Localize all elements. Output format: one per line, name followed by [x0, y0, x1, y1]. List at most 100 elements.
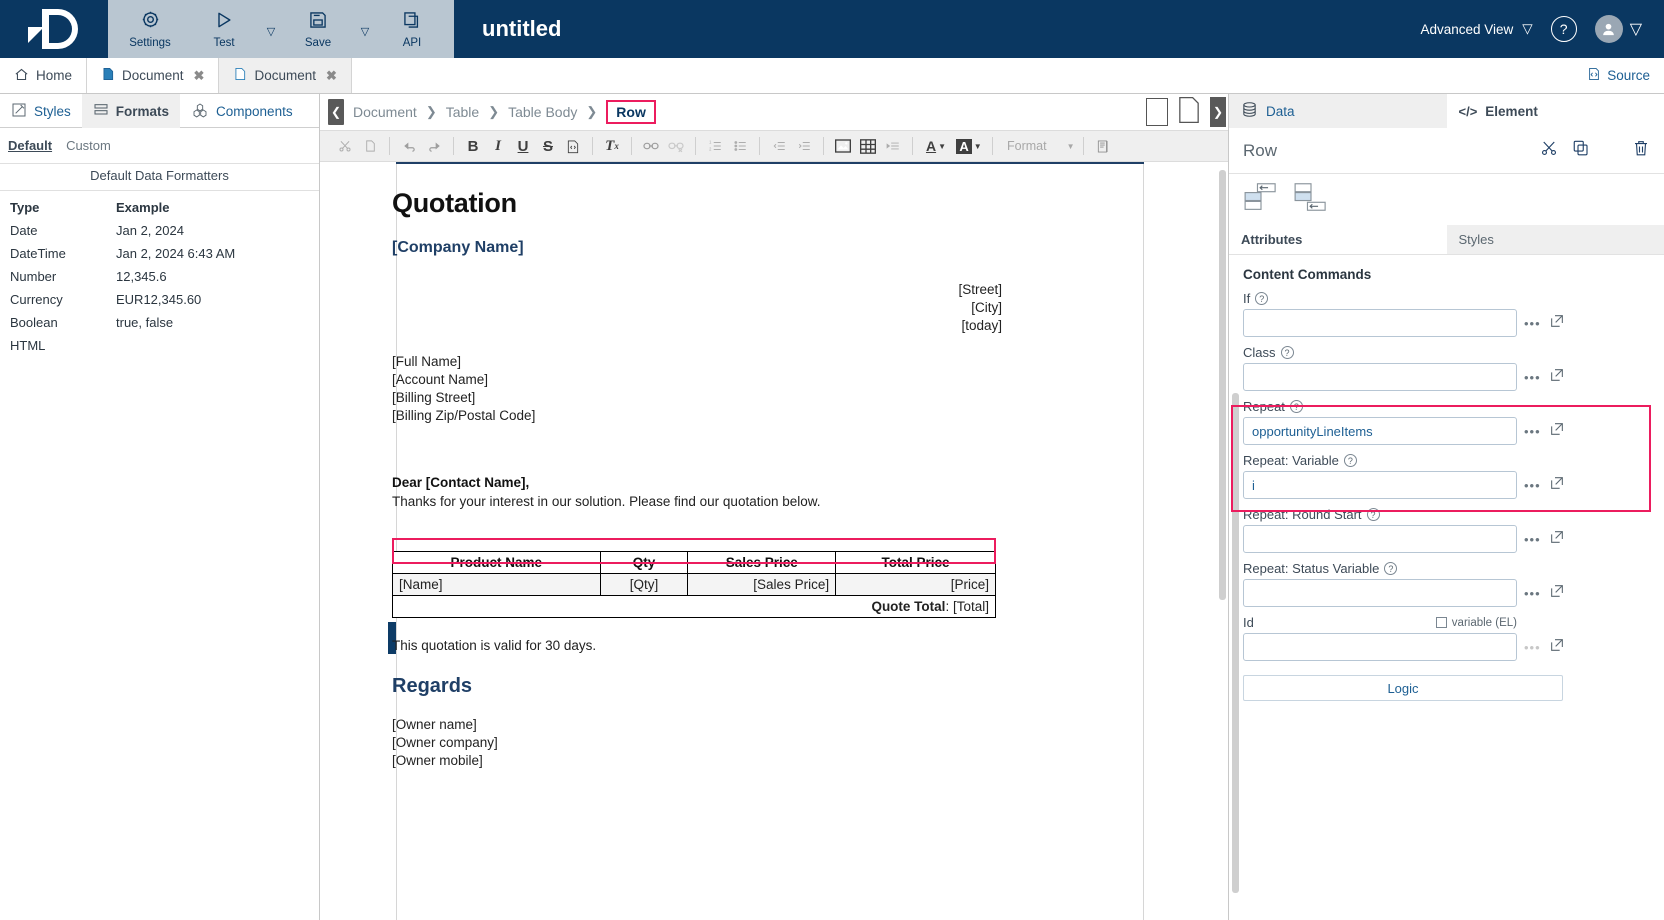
- numbered-list-icon[interactable]: 12: [704, 134, 726, 158]
- strikethrough-icon[interactable]: S: [537, 134, 559, 158]
- collapse-right-icon[interactable]: ❯: [1210, 97, 1226, 127]
- background-color-icon[interactable]: A ▼: [954, 134, 984, 158]
- app-logo[interactable]: [0, 0, 108, 58]
- left-subtab-default[interactable]: Default: [8, 138, 52, 153]
- left-subtab-custom[interactable]: Custom: [66, 138, 111, 153]
- underline-icon[interactable]: U: [512, 134, 534, 158]
- id-input[interactable]: [1243, 633, 1517, 661]
- table-icon[interactable]: [857, 134, 879, 158]
- if-input[interactable]: [1243, 309, 1517, 337]
- reveal-icon[interactable]: [1092, 134, 1114, 158]
- remove-format-icon[interactable]: Tx: [601, 134, 623, 158]
- id-expand-icon[interactable]: [1549, 637, 1565, 658]
- cell-qty[interactable]: [Qty]: [599, 573, 689, 596]
- id-variable-el-toggle[interactable]: variable (EL): [1435, 617, 1517, 629]
- breadcrumb-item-row-active[interactable]: Row: [606, 100, 656, 124]
- tab-document-1-close-icon[interactable]: ✖: [194, 68, 205, 84]
- bold-icon[interactable]: B: [462, 134, 484, 158]
- repeat-variable-more-options-icon[interactable]: •••: [1524, 478, 1542, 493]
- tab-document-1[interactable]: Document ✖: [87, 58, 220, 93]
- repeat-variable-expand-icon[interactable]: [1549, 475, 1565, 496]
- tab-home[interactable]: Home: [0, 58, 88, 93]
- link-icon[interactable]: [640, 134, 662, 158]
- copy-icon[interactable]: [359, 134, 381, 158]
- unlink-icon[interactable]: [665, 134, 687, 158]
- text-color-icon[interactable]: A ▼: [921, 134, 951, 158]
- checkbox-icon[interactable]: [1435, 617, 1447, 628]
- advanced-view-dropdown[interactable]: Advanced View ▽: [1420, 21, 1532, 37]
- redo-icon[interactable]: [423, 134, 445, 158]
- document-canvas[interactable]: Quotation [Company Name] [Street] [City]…: [320, 162, 1228, 920]
- save-button[interactable]: Save: [282, 2, 354, 56]
- insert-before-icon[interactable]: [1243, 182, 1279, 217]
- trash-icon[interactable]: [1632, 139, 1650, 162]
- class-expand-icon[interactable]: [1549, 367, 1565, 388]
- cut-icon[interactable]: [334, 134, 356, 158]
- quotation-table[interactable]: Product Name Qty Sales Price Total Price…: [391, 551, 996, 618]
- if-expand-icon[interactable]: [1549, 313, 1565, 334]
- right-tab-element[interactable]: </> Element: [1446, 94, 1664, 128]
- source-button[interactable]: Source: [1587, 58, 1664, 93]
- save-dropdown-caret-icon[interactable]: ▽: [356, 2, 374, 56]
- breadcrumb-item-document[interactable]: Document: [353, 104, 417, 120]
- right-tab-data[interactable]: Data: [1229, 94, 1447, 128]
- help-icon[interactable]: ?: [1280, 346, 1294, 359]
- copy-icon[interactable]: [1572, 139, 1590, 162]
- indent-icon[interactable]: [793, 134, 815, 158]
- image-icon[interactable]: [832, 134, 854, 158]
- repeat-status-variable-input[interactable]: [1243, 579, 1517, 607]
- cell-total-price[interactable]: [Price]: [835, 573, 996, 596]
- test-button[interactable]: Test: [188, 2, 260, 56]
- italic-icon[interactable]: I: [487, 134, 509, 158]
- help-icon[interactable]: ?: [1255, 292, 1269, 305]
- api-button[interactable]: API: [376, 2, 448, 56]
- single-page-view-icon[interactable]: [1146, 98, 1168, 126]
- breadcrumb-item-table[interactable]: Table: [446, 104, 479, 120]
- repeat-status-variable-expand-icon[interactable]: [1549, 583, 1565, 604]
- repeat-input[interactable]: [1243, 417, 1517, 445]
- logic-button[interactable]: Logic: [1243, 675, 1563, 701]
- user-menu[interactable]: ▽: [1594, 15, 1642, 43]
- class-input[interactable]: [1243, 363, 1517, 391]
- table-row[interactable]: [Name] [Qty] [Sales Price] [Price]: [392, 573, 996, 596]
- bulleted-list-icon[interactable]: [729, 134, 751, 158]
- collapse-left-icon[interactable]: ❮: [328, 99, 344, 125]
- left-tab-formats[interactable]: Formats: [81, 94, 181, 128]
- undo-icon[interactable]: [398, 134, 420, 158]
- if-more-options-icon[interactable]: •••: [1524, 316, 1542, 331]
- canvas-scrollbar[interactable]: [1219, 170, 1226, 600]
- settings-button[interactable]: Settings: [114, 2, 186, 56]
- outdent-icon[interactable]: [768, 134, 790, 158]
- help-icon[interactable]: ?: [1366, 508, 1380, 521]
- id-more-options-icon[interactable]: •••: [1524, 640, 1542, 655]
- cell-product-name[interactable]: [Name]: [392, 573, 601, 596]
- cell-sales-price[interactable]: [Sales Price]: [687, 573, 837, 596]
- insert-after-icon[interactable]: [1293, 182, 1329, 217]
- page-break-icon[interactable]: [882, 134, 904, 158]
- source-code-icon[interactable]: [562, 134, 584, 158]
- left-tab-styles[interactable]: Styles: [0, 94, 82, 128]
- tab-document-2[interactable]: Document ✖: [219, 58, 352, 93]
- class-more-options-icon[interactable]: •••: [1524, 370, 1542, 385]
- repeat-variable-input[interactable]: [1243, 471, 1517, 499]
- format-dropdown[interactable]: Format ▼: [1007, 139, 1075, 153]
- scissors-icon[interactable]: [1540, 139, 1558, 162]
- right-panel-scrollbar[interactable]: [1232, 393, 1239, 893]
- repeat-more-options-icon[interactable]: •••: [1524, 424, 1542, 439]
- repeat-round-start-expand-icon[interactable]: [1549, 529, 1565, 550]
- repeat-expand-icon[interactable]: [1549, 421, 1565, 442]
- page-layout-icon[interactable]: [1178, 96, 1200, 129]
- breadcrumb-item-table-body[interactable]: Table Body: [508, 104, 577, 120]
- help-icon[interactable]: ?: [1550, 16, 1577, 42]
- subtab-attributes[interactable]: Attributes: [1229, 225, 1447, 254]
- repeat-round-start-input[interactable]: [1243, 525, 1517, 553]
- repeat-status-variable-more-options-icon[interactable]: •••: [1524, 586, 1542, 601]
- repeat-round-start-more-options-icon[interactable]: •••: [1524, 532, 1542, 547]
- tab-document-2-close-icon[interactable]: ✖: [326, 68, 337, 84]
- test-dropdown-caret-icon[interactable]: ▽: [262, 2, 280, 56]
- document-content[interactable]: Quotation [Company Name] [Street] [City]…: [391, 188, 1002, 770]
- help-icon[interactable]: ?: [1343, 454, 1357, 467]
- left-tab-components[interactable]: Components: [180, 94, 304, 128]
- help-icon[interactable]: ?: [1384, 562, 1398, 575]
- subtab-styles[interactable]: Styles: [1446, 225, 1664, 254]
